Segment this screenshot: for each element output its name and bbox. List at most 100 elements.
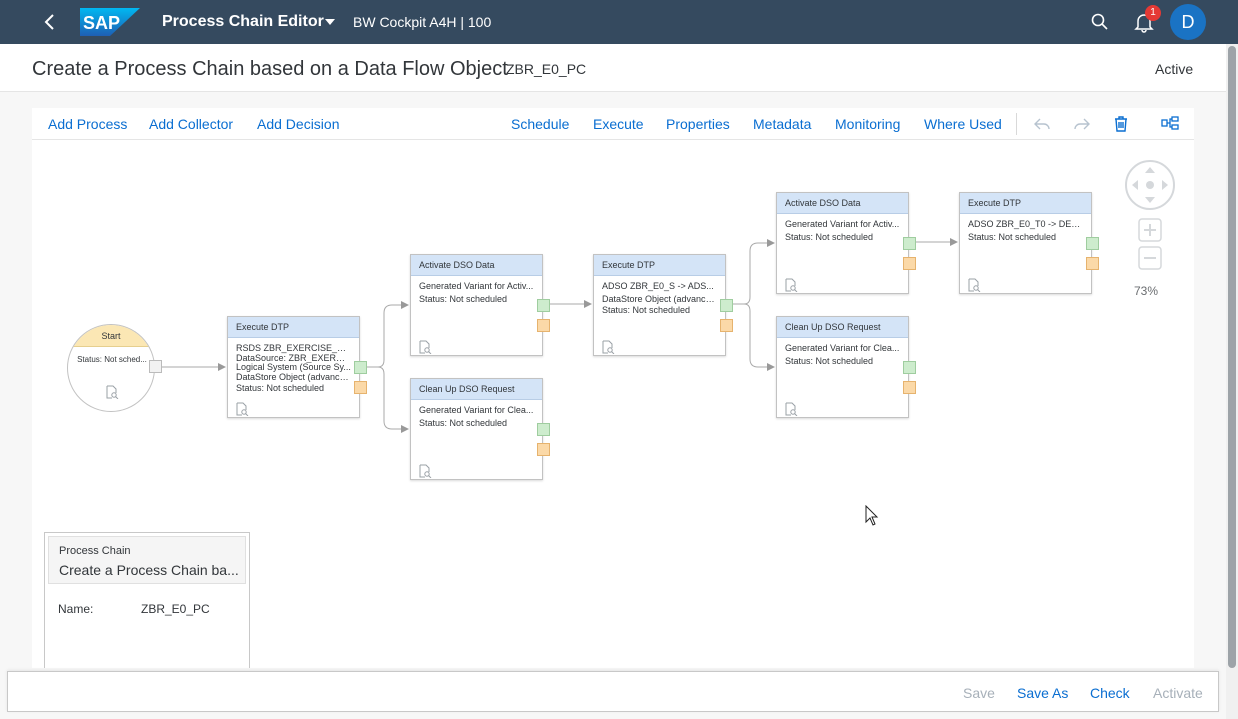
error-port[interactable] (537, 443, 550, 456)
check-button[interactable]: Check (1090, 685, 1130, 701)
error-port[interactable] (354, 381, 367, 394)
success-port[interactable] (537, 423, 550, 436)
add-process-button[interactable]: Add Process (48, 116, 127, 132)
success-port[interactable] (354, 361, 367, 374)
page-title: Create a Process Chain based on a Data F… (32, 58, 508, 80)
node-title: Execute DTP (228, 317, 359, 338)
search-icon[interactable] (1090, 12, 1110, 32)
node-details: Generated Variant for Clea... Status: No… (411, 400, 542, 429)
node-detail-line: Generated Variant for Activ... (785, 219, 900, 229)
node-detail-line: Logical System (Source Sy... (236, 363, 351, 372)
node-title: Activate DSO Data (777, 193, 908, 214)
success-port[interactable] (903, 361, 916, 374)
variant-search-icon[interactable] (418, 340, 432, 354)
zoom-in-icon[interactable] (1138, 218, 1162, 242)
success-port[interactable] (537, 299, 550, 312)
node-details: ADSO ZBR_E0_T0 -> DES... Status: Not sch… (960, 214, 1091, 243)
where-used-button[interactable]: Where Used (924, 116, 1002, 132)
variant-search-icon[interactable] (784, 402, 798, 416)
node-details: ADSO ZBR_E0_S -> ADS... DataStore Object… (594, 276, 725, 316)
success-port[interactable] (903, 237, 916, 250)
undo-icon[interactable] (1032, 114, 1052, 134)
panel-kind: Process Chain (59, 545, 131, 557)
app-menu-caret-icon[interactable] (325, 19, 335, 25)
monitoring-button[interactable]: Monitoring (835, 116, 900, 132)
node-status: Status: Not scheduled (602, 305, 691, 315)
page-scrollbar[interactable] (1226, 44, 1238, 719)
process-node-execute-dtp[interactable]: Execute DTP ADSO ZBR_E0_T0 -> DES... Sta… (959, 192, 1099, 294)
mouse-cursor-icon (865, 505, 879, 526)
sap-logo[interactable]: SAP (80, 8, 140, 36)
success-port[interactable] (720, 299, 733, 312)
save-as-button[interactable]: Save As (1017, 685, 1068, 701)
error-port[interactable] (720, 319, 733, 332)
node-details: Generated Variant for Activ... Status: N… (411, 276, 542, 305)
node-details: Generated Variant for Clea... Status: No… (777, 338, 908, 367)
process-node-cleanup-dso[interactable]: Clean Up DSO Request Generated Variant f… (410, 378, 550, 480)
variant-search-icon[interactable] (967, 278, 981, 292)
process-node-execute-dtp[interactable]: Execute DTP RSDS ZBR_EXERCISE_1 ... Data… (227, 316, 367, 418)
name-value: ZBR_E0_PC (141, 602, 210, 616)
toolbar-separator (1016, 113, 1017, 135)
process-node-activate-dso[interactable]: Activate DSO Data Generated Variant for … (776, 192, 916, 294)
footer-toolbar: Save Save As Check Activate (7, 671, 1219, 712)
node-detail-line: DataSource: ZBR_EXERCI... (236, 353, 351, 363)
activate-button[interactable]: Activate (1153, 685, 1203, 701)
back-arrow-icon[interactable] (40, 11, 62, 33)
app-title[interactable]: Process Chain Editor (162, 13, 324, 31)
notification-badge: 1 (1145, 5, 1161, 21)
node-title: Clean Up DSO Request (777, 317, 908, 338)
success-port[interactable] (1086, 237, 1099, 250)
node-detail-line: ADSO ZBR_E0_T0 -> DES... (968, 219, 1083, 229)
delete-icon[interactable] (1111, 114, 1131, 134)
variant-search-icon[interactable] (418, 464, 432, 478)
user-avatar[interactable]: D (1170, 4, 1206, 40)
chain-details-panel: Process Chain Create a Process Chain ba.… (44, 532, 250, 668)
pan-navigation-control[interactable] (1124, 159, 1176, 211)
start-output-port[interactable] (149, 360, 162, 373)
variant-search-icon[interactable] (105, 385, 119, 399)
node-status: Status: Not scheduled (785, 356, 874, 366)
panel-header: Process Chain Create a Process Chain ba.… (48, 536, 246, 584)
variant-search-icon[interactable] (601, 340, 615, 354)
node-details: Generated Variant for Activ... Status: N… (777, 214, 908, 243)
node-status: Status: Not scheduled (419, 418, 508, 428)
save-button[interactable]: Save (963, 685, 995, 701)
svg-text:SAP: SAP (83, 13, 120, 33)
shell-bar: SAP Process Chain Editor BW Cockpit A4H … (0, 0, 1238, 44)
error-port[interactable] (903, 381, 916, 394)
node-status: Status: Not scheduled (419, 294, 508, 304)
node-detail-line: RSDS ZBR_EXERCISE_1 ... (236, 344, 351, 353)
node-title: Execute DTP (960, 193, 1091, 214)
chain-id: ZBR_E0_PC (506, 61, 587, 77)
schedule-button[interactable]: Schedule (511, 116, 569, 132)
start-node-status: Status: Not sched... (77, 355, 147, 364)
scrollbar-thumb[interactable] (1228, 46, 1236, 668)
variant-search-icon[interactable] (235, 402, 249, 416)
add-collector-button[interactable]: Add Collector (149, 116, 233, 132)
properties-button[interactable]: Properties (666, 116, 730, 132)
node-details: RSDS ZBR_EXERCISE_1 ... DataSource: ZBR_… (228, 338, 359, 394)
redo-icon[interactable] (1072, 114, 1092, 134)
process-node-activate-dso[interactable]: Activate DSO Data Generated Variant for … (410, 254, 550, 356)
process-chain-canvas[interactable]: Start Status: Not sched... Execute DTP R… (32, 140, 1194, 668)
process-node-execute-dtp[interactable]: Execute DTP ADSO ZBR_E0_S -> ADS... Data… (593, 254, 733, 356)
error-port[interactable] (537, 319, 550, 332)
zoom-level: 73% (1134, 284, 1159, 298)
execute-button[interactable]: Execute (593, 116, 644, 132)
layout-icon[interactable] (1160, 114, 1180, 134)
node-detail-line: Generated Variant for Clea... (419, 405, 534, 415)
error-port[interactable] (1086, 257, 1099, 270)
node-detail-line: DataStore Object (advance... (236, 372, 351, 382)
node-title: Clean Up DSO Request (411, 379, 542, 400)
error-port[interactable] (903, 257, 916, 270)
variant-search-icon[interactable] (784, 278, 798, 292)
process-node-cleanup-dso[interactable]: Clean Up DSO Request Generated Variant f… (776, 316, 916, 418)
add-decision-button[interactable]: Add Decision (257, 116, 340, 132)
metadata-button[interactable]: Metadata (753, 116, 811, 132)
zoom-out-icon[interactable] (1138, 246, 1162, 270)
start-node[interactable]: Start Status: Not sched... (67, 324, 155, 412)
status-text: Active (1155, 61, 1194, 77)
node-detail-line: DataStore Object (advance... (602, 294, 717, 304)
node-status: Status: Not scheduled (785, 232, 874, 242)
